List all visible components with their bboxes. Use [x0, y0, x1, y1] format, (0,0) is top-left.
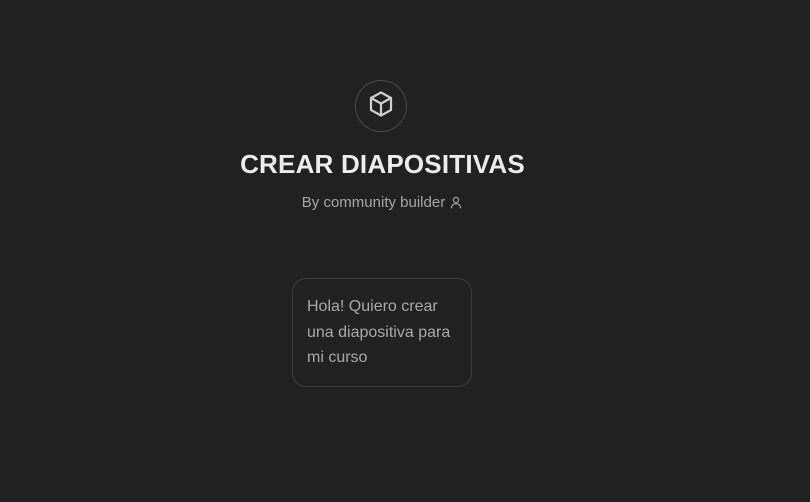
byline-text: By community builder	[301, 194, 446, 211]
conversation-starter-text: Hola! Quiero crear una diapositiva para …	[307, 298, 451, 366]
gpt-logo	[355, 80, 407, 132]
gpt-title: CREAR DIAPOSITIVAS	[240, 149, 525, 179]
gpt-byline: By community builder	[0, 194, 765, 211]
cube-icon	[366, 89, 396, 124]
gpt-landing: CREAR DIAPOSITIVAS By community builder …	[0, 0, 810, 502]
conversation-starter[interactable]: Hola! Quiero crear una diapositiva para …	[292, 278, 472, 387]
person-icon	[449, 196, 463, 210]
